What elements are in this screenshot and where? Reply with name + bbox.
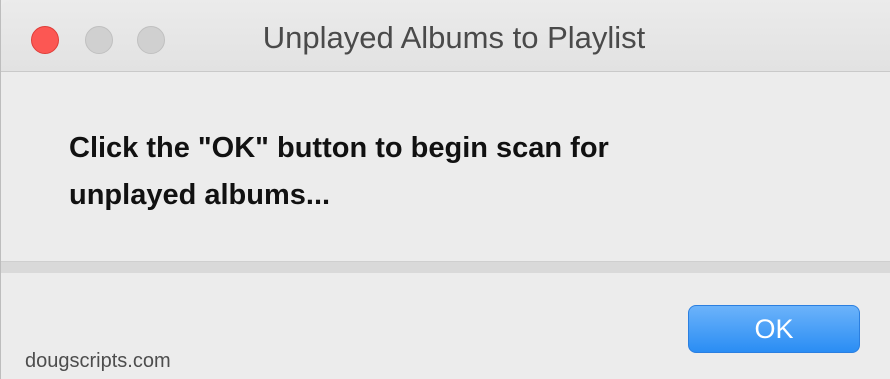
footer-credit: dougscripts.com (25, 350, 171, 372)
ok-button[interactable]: OK (688, 305, 860, 353)
message-line-1: Click the "OK" button to begin scan for (69, 132, 609, 164)
dialog-window: Unplayed Albums to Playlist Click the "O… (0, 0, 890, 379)
title-bar[interactable]: Unplayed Albums to Playlist (1, 0, 890, 72)
window-title: Unplayed Albums to Playlist (262, 20, 646, 55)
message-line-2: unplayed albums... (69, 179, 331, 211)
dialog-message: Click the "OK" button to begin scan for … (69, 125, 829, 219)
separator (1, 261, 890, 273)
